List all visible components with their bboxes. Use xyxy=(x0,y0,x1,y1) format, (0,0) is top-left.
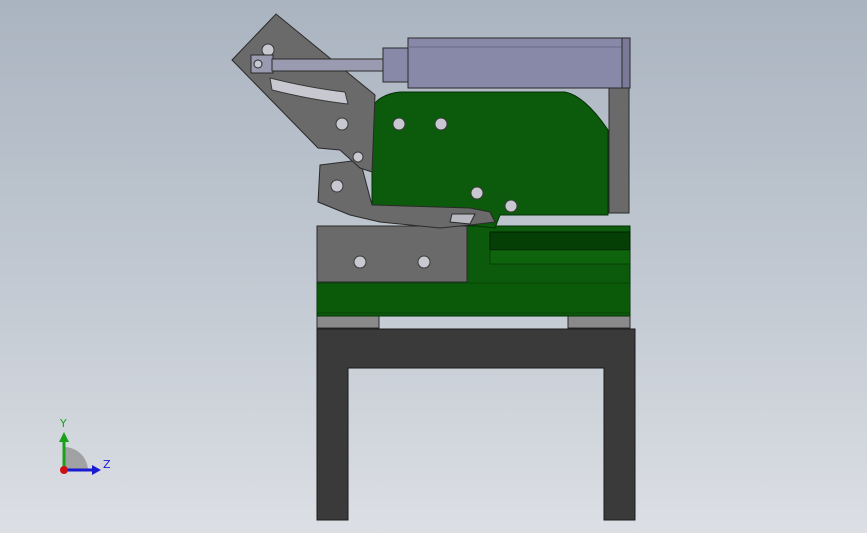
x-axis-dot-icon xyxy=(60,466,68,474)
graphics-viewport[interactable]: Y Z xyxy=(0,0,867,533)
y-axis-arrow-icon xyxy=(59,432,69,442)
z-axis-label: Z xyxy=(103,458,111,471)
triad-arc-icon xyxy=(64,447,88,470)
y-axis-label: Y xyxy=(59,417,67,430)
z-axis-arrow-icon xyxy=(92,465,101,475)
coordinate-triad: Y Z xyxy=(59,417,111,475)
